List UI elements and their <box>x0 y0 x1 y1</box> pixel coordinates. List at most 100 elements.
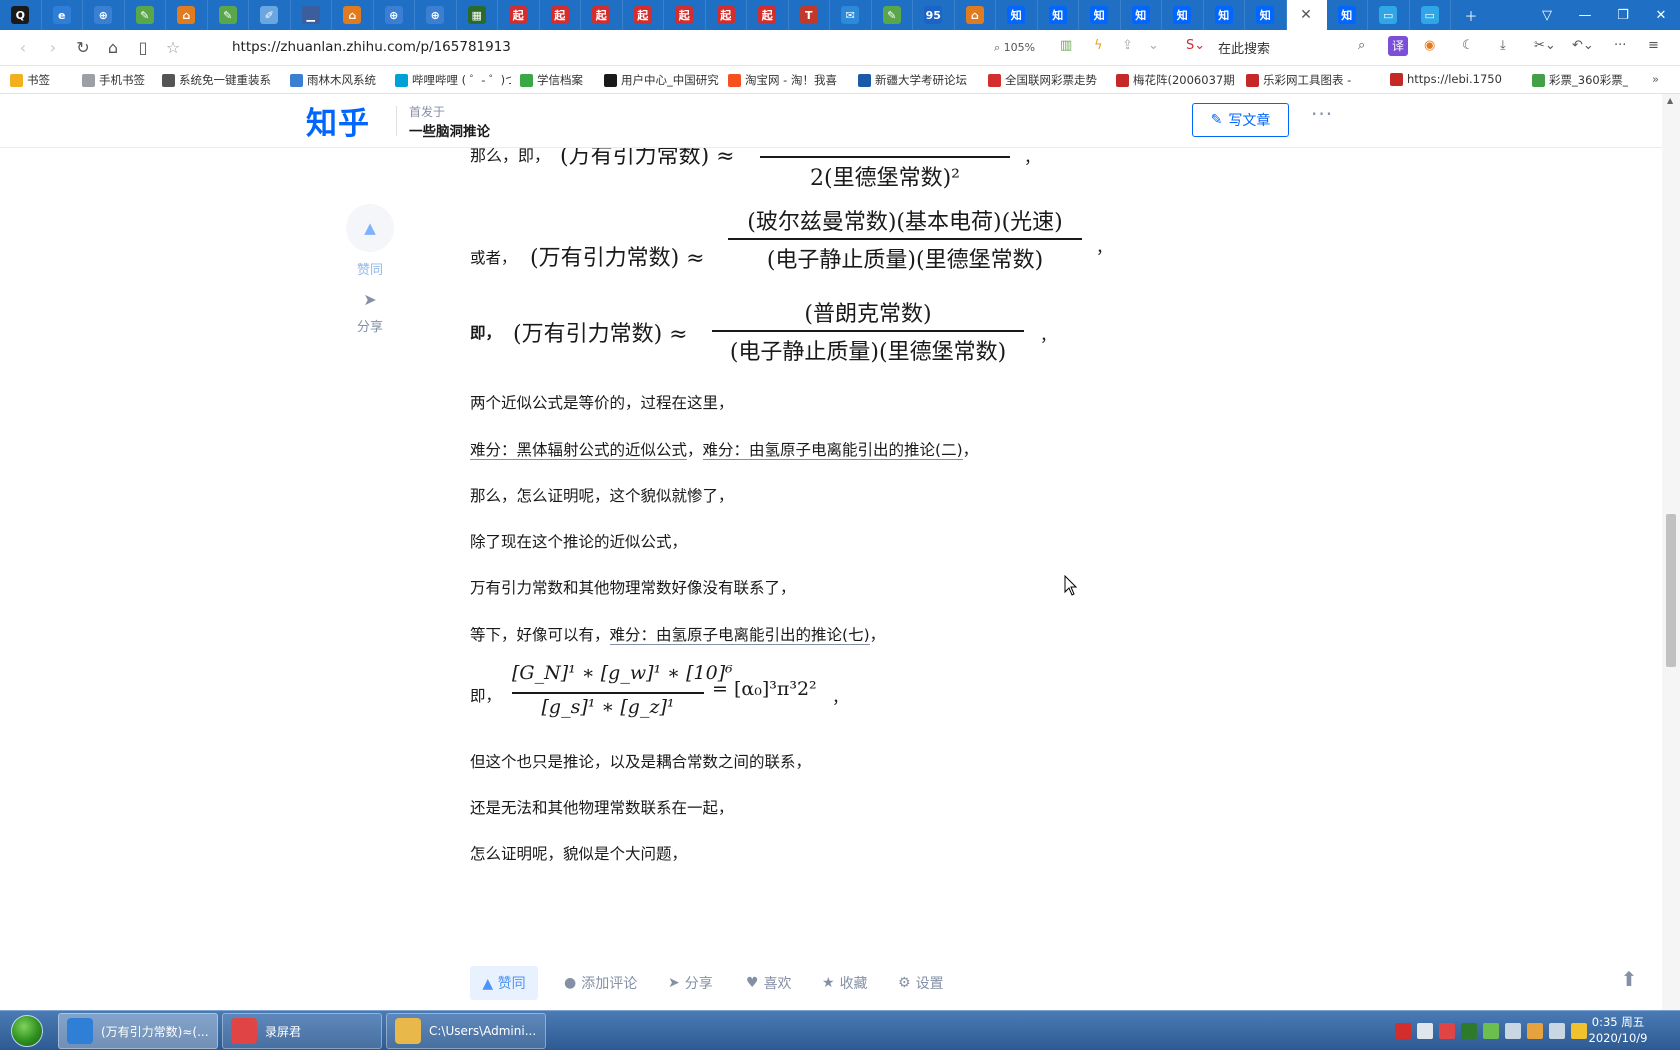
browser-tab[interactable]: ▭ <box>1410 0 1451 30</box>
taskbar-item[interactable]: 录屏君 <box>222 1013 382 1049</box>
reader-icon[interactable]: ▯ <box>128 33 158 63</box>
link-blackbody-formula[interactable]: 难分：黑体辐射公式的近似公式 <box>470 441 688 460</box>
scissors-icon[interactable]: ✂⌄ <box>1534 38 1556 53</box>
browser-tab[interactable]: ✐ <box>249 0 291 30</box>
volume-icon[interactable] <box>1505 1023 1521 1039</box>
browser-tab[interactable]: ▦ <box>457 0 498 30</box>
chevron-down-icon[interactable]: ⌄ <box>1148 38 1159 53</box>
restore-button[interactable]: ❐ <box>1604 0 1642 30</box>
comment-button[interactable]: ● 添加评论 <box>564 973 637 993</box>
browser-tab[interactable]: 知 <box>1327 0 1368 30</box>
book-icon[interactable]: ▥ <box>1060 38 1072 53</box>
browser-tab[interactable]: 知 <box>1204 0 1245 30</box>
browser-tab[interactable]: e <box>42 0 83 30</box>
menu-icon[interactable]: ≡ <box>1648 38 1659 53</box>
browser-tab[interactable]: Q <box>0 0 42 30</box>
recorder-tray-icon[interactable] <box>1439 1023 1455 1039</box>
back-button[interactable]: ‹ <box>8 33 38 63</box>
write-article-button[interactable]: ✎ 写文章 <box>1192 103 1289 137</box>
undo-icon[interactable]: ↶⌄ <box>1572 38 1594 53</box>
link-hydrogen-inference-2[interactable]: 难分：由氢原子电离能引出的推论(二) <box>702 441 963 460</box>
browser-tab[interactable]: ⊕ <box>374 0 415 30</box>
browser-tab[interactable]: T <box>789 0 830 30</box>
night-mode-icon[interactable]: ☾ <box>1462 38 1474 53</box>
browser-tab[interactable]: ✕ <box>1286 0 1327 30</box>
browser-tab[interactable]: ⊕ <box>415 0 457 30</box>
browser-tab[interactable]: 起 <box>498 0 540 30</box>
browser-tab[interactable]: 95 <box>913 0 955 30</box>
vote-up-button[interactable]: ▲ 赞同 <box>470 966 538 1000</box>
browser-tab[interactable]: ⌂ <box>166 0 208 30</box>
bookmarks-overflow-icon[interactable]: » <box>1652 72 1659 86</box>
download-icon[interactable]: ⤓ <box>1500 38 1506 53</box>
browser-tab[interactable]: ▭ <box>1368 0 1410 30</box>
network-icon[interactable] <box>1549 1023 1565 1039</box>
nvidia-icon[interactable] <box>1461 1023 1477 1039</box>
share-button[interactable]: ➤ 分享 <box>668 973 713 993</box>
side-like-button[interactable]: ▲ <box>346 204 394 252</box>
new-tab-button[interactable]: ＋ <box>1451 0 1491 30</box>
column-name[interactable]: 一些脑洞推论 <box>409 120 490 140</box>
bookmark-item[interactable]: 系统免一键重装系 <box>162 72 271 88</box>
bookmark-item[interactable]: 手机书签 <box>82 72 145 88</box>
security-icon[interactable] <box>1483 1023 1499 1039</box>
tray-expand-icon[interactable] <box>1417 1023 1433 1039</box>
shield-icon[interactable] <box>1527 1023 1543 1039</box>
bookmark-item[interactable]: https://lebi.1750 <box>1390 72 1502 86</box>
browser-tab[interactable]: 起 <box>623 0 664 30</box>
close-window-button[interactable]: ✕ <box>1642 0 1680 30</box>
star-icon[interactable]: ☆ <box>158 33 188 63</box>
taskbar-clock[interactable]: 0:35 周五 2020/10/9 <box>1578 1014 1658 1046</box>
browser-tab[interactable]: 起 <box>540 0 581 30</box>
bookmark-item[interactable]: 全国联网彩票走势 <box>988 72 1097 88</box>
browser-tab[interactable]: 起 <box>664 0 706 30</box>
taskbar-item[interactable]: (万有引力常数)≈(... <box>58 1013 218 1049</box>
bookmark-item[interactable]: 哔哩哔哩 ( ゜- ゜)つ <box>395 72 511 88</box>
lightning-icon[interactable]: ϟ <box>1094 38 1103 53</box>
link-hydrogen-inference-7[interactable]: 难分：由氢原子电离能引出的推论(七) <box>609 626 870 645</box>
browser-tab[interactable]: 知 <box>1162 0 1204 30</box>
search-box[interactable]: 在此搜索 <box>1218 38 1270 57</box>
more-menu-button[interactable]: ··· <box>1311 102 1333 126</box>
bookmark-item[interactable]: 彩票_360彩票_ <box>1532 72 1628 88</box>
page-scrollbar[interactable]: ▲ <box>1662 94 1680 1010</box>
refresh-button[interactable]: ↻ <box>68 33 98 63</box>
browser-tab[interactable]: 知 <box>1038 0 1079 30</box>
skin-icon[interactable]: ▽ <box>1528 0 1566 30</box>
forward-button[interactable]: › <box>38 33 68 63</box>
game-icon[interactable]: ◉ <box>1424 38 1435 53</box>
browser-tab[interactable]: 起 <box>706 0 747 30</box>
bookmark-item[interactable]: 用户中心_中国研究 <box>604 72 719 88</box>
browser-tab[interactable]: ⊕ <box>83 0 125 30</box>
settings-button[interactable]: ⚙ 设置 <box>898 973 944 993</box>
favorite-button[interactable]: ★ 收藏 <box>822 973 868 993</box>
browser-tab[interactable]: ▁ <box>291 0 332 30</box>
zoom-level[interactable]: ⌕ 105% <box>994 41 1035 55</box>
bookmark-item[interactable]: 学信档案 <box>520 72 583 88</box>
bookmark-item[interactable]: 新疆大学考研论坛 <box>858 72 967 88</box>
minimize-button[interactable]: — <box>1566 0 1604 30</box>
bookmark-item[interactable]: 书签 <box>10 72 50 88</box>
home-button[interactable]: ⌂ <box>98 33 128 63</box>
browser-tab[interactable]: 知 <box>1079 0 1121 30</box>
start-button[interactable] <box>4 1013 50 1049</box>
share-out-icon[interactable]: ⇪ <box>1122 38 1133 53</box>
zhihu-logo[interactable]: 知乎 <box>306 98 370 143</box>
back-to-top-button[interactable]: ⬆ <box>1612 962 1646 996</box>
like-button[interactable]: ♥ 喜欢 <box>746 973 792 993</box>
paper-plane-icon[interactable]: ➤ <box>346 290 394 309</box>
bookmark-item[interactable]: 梅花阵(2006037期 <box>1116 72 1235 88</box>
browser-tab[interactable]: ⌂ <box>955 0 996 30</box>
bookmark-item[interactable]: 雨林木风系统 <box>290 72 376 88</box>
browser-tab[interactable]: 起 <box>581 0 623 30</box>
browser-tab[interactable]: ✉ <box>830 0 872 30</box>
taskbar-item[interactable]: C:\Users\Admini... <box>386 1013 546 1049</box>
sogou-search-icon[interactable]: S⌄ <box>1186 38 1205 53</box>
scrollbar-thumb[interactable] <box>1666 514 1676 667</box>
bookmark-item[interactable]: 淘宝网 - 淘！我喜 <box>728 72 837 88</box>
translate-icon[interactable]: 译 <box>1388 36 1408 56</box>
bookmark-item[interactable]: 乐彩网工具图表 - <box>1246 72 1351 88</box>
browser-tab[interactable]: 起 <box>747 0 789 30</box>
url-field[interactable]: https://zhuanlan.zhihu.com/p/165781913 <box>232 39 511 55</box>
browser-tab[interactable]: ✎ <box>208 0 249 30</box>
